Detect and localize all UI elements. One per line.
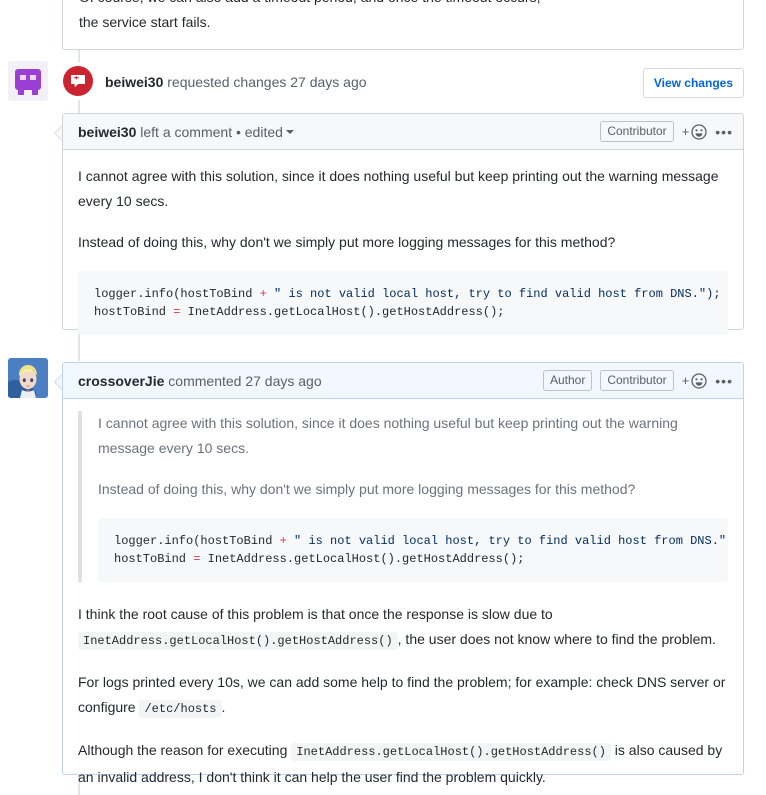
smiley-icon [691, 372, 707, 389]
avatar-beiwei30[interactable] [8, 61, 48, 101]
comment-card-beiwei30: beiwei30 left a comment • edited Contrib… [54, 113, 744, 335]
inline-code: /etc/hosts [139, 700, 222, 718]
comment-paragraph: I think the root cause of this problem i… [78, 602, 728, 654]
comment-menu-button[interactable]: ••• [715, 374, 733, 388]
code-block: logger.info(hostToBind + " is not valid … [78, 271, 728, 335]
code-text: logger.info(hostToBind [94, 287, 260, 301]
inline-code: InetAddress.getLocalHost().getHostAddres… [78, 632, 398, 650]
comment-author-line: beiwei30 left a comment • edited [78, 124, 294, 140]
paragraph-text: Although the reason for executing [78, 742, 292, 758]
avatar-crossoverjie[interactable] [8, 358, 48, 398]
badge-contributor: Contributor [600, 370, 674, 391]
code-operator: + [279, 534, 287, 548]
review-state-badge [63, 66, 93, 96]
comment-author-crossoverjie[interactable]: crossoverJie [78, 373, 164, 389]
review-event-text: beiwei30 requested changes 27 days ago [105, 72, 367, 92]
code-text: InetAddress.getLocalHost().getHostAddres… [180, 305, 505, 319]
comment-author-beiwei30[interactable]: beiwei30 [78, 124, 136, 140]
comment-header-beiwei30: beiwei30 left a comment • edited Contrib… [63, 114, 743, 150]
avatar-crossoverjie-image [8, 358, 48, 398]
comment-separator: • [232, 123, 245, 140]
comment-time: 27 days ago [245, 372, 322, 389]
previous-comment-line-1: Of course, we can also add a timeout per… [79, 0, 727, 10]
plus-sign: + [681, 373, 690, 388]
review-event-action: requested changes [163, 74, 291, 90]
comment-header-crossoverjie: crossoverJie commented 27 days ago Autho… [63, 363, 743, 399]
comment-author-line: crossoverJie commented 27 days ago [78, 373, 322, 389]
code-operator: + [259, 287, 267, 301]
avatar-beiwei30-image [8, 61, 48, 101]
comment-paragraph: Although the reason for executing InetAd… [78, 738, 728, 790]
code-text: InetAddress.getLocalHost().getHostAddres… [200, 552, 525, 566]
code-string: " is not valid local host, try to find v… [266, 287, 721, 301]
review-changes-requested-icon [71, 75, 85, 87]
previous-comment-line-2: the service start fails. [79, 14, 211, 30]
quoted-code-block: logger.info(hostToBind + " is not valid … [98, 518, 728, 582]
view-changes-button[interactable]: View changes [642, 68, 744, 98]
comment-paragraph: Instead of doing this, why don't we simp… [78, 234, 616, 250]
code-text: hostToBind [94, 305, 174, 319]
badge-contributor: Contributor [600, 121, 674, 142]
code-string: " is not valid local host, try to find v… [286, 534, 728, 548]
github-pr-conversation: Of course, we can also add a timeout per… [0, 0, 766, 795]
badge-author: Author [542, 370, 593, 391]
inline-code: InetAddress.getLocalHost().getHostAddres… [291, 743, 611, 761]
plus-sign: + [681, 124, 690, 139]
comment-menu-button[interactable]: ••• [715, 125, 733, 139]
quote-paragraph: Instead of doing this, why don't we simp… [98, 481, 636, 497]
review-event-user[interactable]: beiwei30 [105, 74, 163, 90]
smiley-icon [691, 123, 707, 140]
code-text: hostToBind [114, 552, 194, 566]
code-text: logger.info(hostToBind [114, 534, 280, 548]
add-reaction-button[interactable]: + [681, 372, 708, 389]
chevron-down-icon[interactable] [285, 130, 294, 135]
paragraph-text: I think the root cause of this problem i… [78, 606, 553, 622]
previous-comment-body: Of course, we can also add a timeout per… [63, 0, 743, 49]
comment-header-actions: Author Contributor + ••• [542, 370, 733, 391]
comment-paragraph: I cannot agree with this solution, since… [78, 168, 719, 209]
previous-comment-box: Of course, we can also add a timeout per… [62, 0, 744, 50]
comment-edited-link[interactable]: edited [245, 124, 283, 140]
comment-body-crossoverjie: I cannot agree with this solution, since… [63, 399, 743, 795]
comment-card-crossoverjie: crossoverJie commented 27 days ago Autho… [54, 362, 744, 785]
comment-pointer-arrow [54, 374, 62, 390]
comment-header-actions: Contributor + ••• [600, 121, 733, 142]
comment-body-beiwei30: I cannot agree with this solution, since… [63, 150, 743, 351]
paragraph-text: . [221, 699, 226, 715]
add-reaction-button[interactable]: + [681, 123, 708, 140]
comment-action-text: commented [164, 372, 246, 389]
comment-pointer-arrow [54, 125, 62, 141]
paragraph-text: , the user does not know where to find t… [397, 631, 716, 647]
quote-paragraph: I cannot agree with this solution, since… [98, 415, 678, 456]
comment-paragraph: For logs printed every 10s, we can add s… [78, 670, 728, 722]
review-event-time: 27 days ago [290, 74, 367, 90]
quoted-block: I cannot agree with this solution, since… [78, 411, 728, 582]
comment-action-text: left a comment [136, 123, 233, 140]
